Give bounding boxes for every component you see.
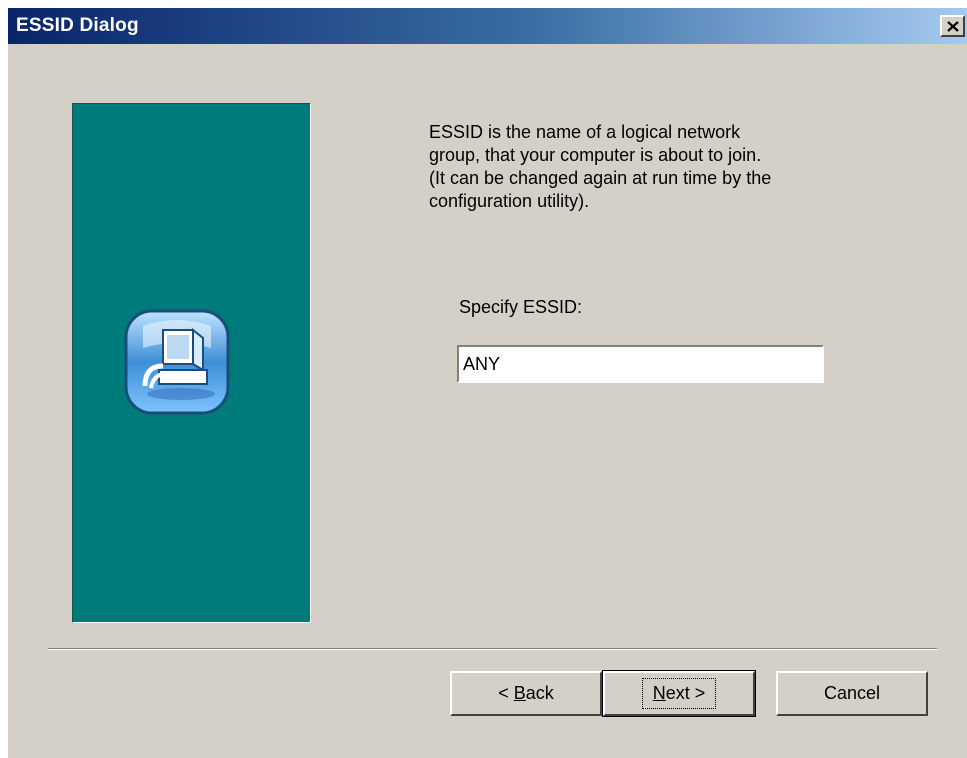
cancel-button[interactable]: Cancel xyxy=(776,671,928,716)
essid-description: ESSID is the name of a logical network g… xyxy=(429,122,772,211)
essid-dialog-window: ESSID Dialog ESSID is the name of a logi… xyxy=(6,6,967,758)
window-title: ESSID Dialog xyxy=(16,15,139,36)
specify-essid-label: Specify ESSID: xyxy=(459,297,583,317)
side-banner-panel xyxy=(72,103,311,623)
next-button[interactable]: Next > xyxy=(602,670,756,717)
separator-line xyxy=(48,648,937,650)
next-button-label: Next > xyxy=(641,678,717,709)
cancel-button-label: Cancel xyxy=(823,683,881,703)
title-bar[interactable]: ESSID Dialog xyxy=(8,8,967,44)
back-button-label: < Back xyxy=(498,683,554,703)
network-computer-icon xyxy=(124,309,230,415)
close-icon xyxy=(946,20,959,32)
close-button[interactable] xyxy=(940,15,965,37)
back-button[interactable]: < Back xyxy=(450,671,602,716)
essid-input[interactable] xyxy=(457,345,824,383)
